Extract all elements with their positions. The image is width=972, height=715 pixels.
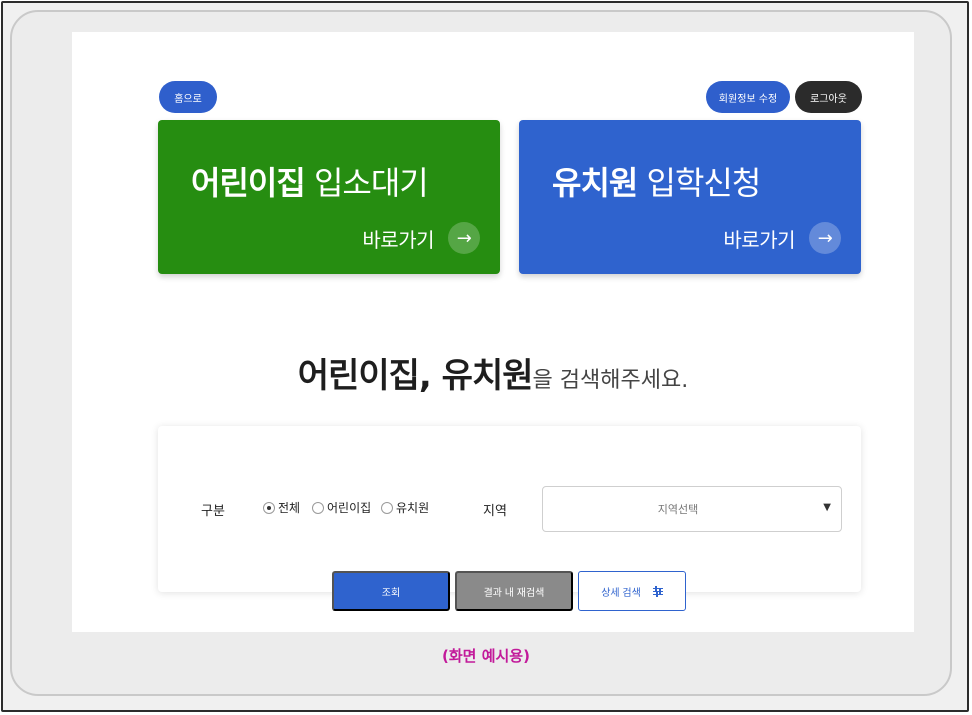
home-button[interactable]: 홈으로	[159, 81, 217, 113]
headline-strong: 어린이집, 유치원	[297, 356, 534, 396]
detail-search-button[interactable]: 상세 검색	[578, 571, 686, 611]
search-headline: 어린이집, 유치원을 검색해주세요.	[72, 348, 914, 397]
logout-button[interactable]: 로그아웃	[795, 81, 862, 113]
search-panel: 구분 전체 어린이집 유치원 지역 지역선택 ▼	[158, 426, 861, 592]
daycare-title-strong: 어린이집	[191, 164, 306, 202]
daycare-shortcut-label: 바로가기	[362, 227, 434, 252]
member-edit-button[interactable]: 회원정보 수정	[706, 81, 790, 113]
kindergarten-title-strong: 유치원	[552, 164, 638, 202]
radio-button-checked[interactable]	[263, 501, 275, 514]
radio-daycare[interactable]: 어린이집	[312, 499, 371, 516]
daycare-title-light: 입소대기	[304, 164, 429, 202]
daycare-shortcut-link[interactable]: 바로가기 →	[362, 222, 480, 254]
region-label: 지역	[483, 504, 507, 519]
radio-kindergarten[interactable]: 유치원	[381, 499, 429, 516]
daycare-card-title: 어린이집 입소대기	[191, 158, 429, 204]
device-frame: 홈으로 회원정보 수정 로그아웃 어린이집 입소대기 바로가기 → 유치원 입학…	[10, 10, 952, 696]
refine-search-button[interactable]: 결과 내 재검색	[455, 571, 573, 611]
detail-search-label: 상세 검색	[601, 587, 641, 599]
kindergarten-admission-card[interactable]: 유치원 입학신청 바로가기 →	[519, 120, 861, 274]
headline-light: 을 검색해주세요.	[532, 368, 689, 393]
kindergarten-card-title: 유치원 입학신청	[552, 158, 762, 204]
filter-sliders-icon	[652, 585, 663, 597]
kindergarten-title-light: 입학신청	[637, 164, 762, 202]
category-label: 구분	[201, 504, 225, 519]
radio-button[interactable]	[312, 501, 324, 514]
radio-all[interactable]: 전체	[263, 499, 300, 516]
region-select[interactable]: 지역선택 ▼	[542, 486, 842, 532]
daycare-waitlist-card[interactable]: 어린이집 입소대기 바로가기 →	[158, 120, 500, 274]
radio-button[interactable]	[381, 501, 393, 514]
screen-caption: (화면 예시용)	[442, 647, 530, 665]
arrow-right-icon: →	[809, 222, 841, 254]
kindergarten-shortcut-link[interactable]: 바로가기 →	[723, 222, 841, 254]
region-select-value: 지역선택	[657, 503, 699, 516]
screen: 홈으로 회원정보 수정 로그아웃 어린이집 입소대기 바로가기 → 유치원 입학…	[72, 32, 914, 632]
radio-all-label: 전체	[278, 501, 301, 515]
caret-down-icon: ▼	[823, 502, 831, 513]
radio-kindergarten-label: 유치원	[396, 501, 430, 515]
arrow-right-icon: →	[448, 222, 480, 254]
search-button[interactable]: 조회	[332, 571, 450, 611]
kindergarten-shortcut-label: 바로가기	[723, 227, 795, 252]
radio-daycare-label: 어린이집	[327, 501, 372, 515]
